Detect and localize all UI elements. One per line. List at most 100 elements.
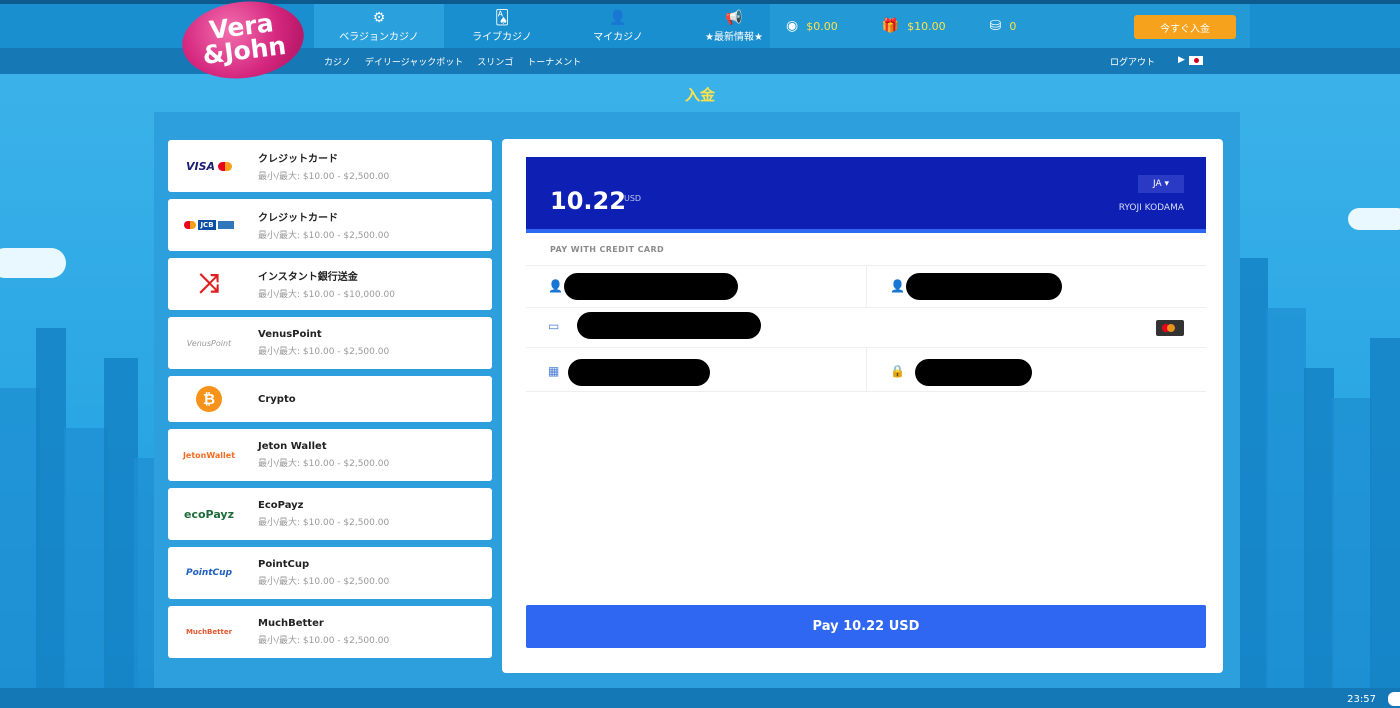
skyline-right — [1230, 208, 1400, 688]
megaphone-icon: 📢 — [725, 9, 743, 26]
cloud — [0, 248, 66, 278]
nav-label: ★最新情報★ — [705, 31, 763, 43]
clock: 23:57 — [1347, 694, 1376, 705]
language-switcher[interactable]: ▶ — [1178, 55, 1203, 65]
gift-icon: 🎁 — [881, 18, 900, 34]
points-value: 0 — [1009, 19, 1017, 33]
method-ecopayz[interactable]: ecoPayz EcoPayz 最小/最大: $10.00 - $2,500.0… — [168, 488, 492, 540]
method-name: PointCup — [258, 559, 310, 570]
subnav-daily-jackpot[interactable]: デイリージャックポット — [365, 55, 463, 68]
mastercard-icon — [1156, 320, 1184, 336]
chips-icon: ⛁ — [989, 18, 1002, 34]
method-name: Crypto — [258, 393, 296, 405]
balance-stat[interactable]: ◉ $0.00 — [786, 18, 838, 34]
divider — [526, 391, 1206, 392]
payment-amount: 10.22 — [550, 187, 626, 215]
sub-nav: カジノ デイリージャックポット スリンゴ トーナメント — [324, 55, 581, 68]
method-jeton-wallet[interactable]: JetonWallet Jeton Wallet 最小/最大: $10.00 -… — [168, 429, 492, 481]
user-icon: 👤 — [548, 279, 563, 293]
credit-card-icon: ▭ — [548, 319, 560, 333]
mastercard-icon — [218, 161, 233, 171]
payment-summary-header: 10.22 USD JA ▾ RYOJI KODAMA — [526, 157, 1206, 233]
method-instant-bank-transfer[interactable]: ⤨ インスタント銀行送金 最小/最大: $10.00 - $10,000.00 — [168, 258, 492, 310]
card-brands-logo: JCB — [168, 199, 250, 251]
building — [1370, 338, 1400, 688]
deposit-now-button[interactable]: 今すぐ入金 — [1134, 15, 1236, 39]
coins-icon: ◉ — [786, 18, 799, 34]
building — [0, 388, 40, 688]
language-select[interactable]: JA ▾ — [1138, 175, 1184, 193]
notification-icon[interactable] — [1388, 692, 1400, 706]
method-limit: 最小/最大: $10.00 - $2,500.00 — [258, 577, 390, 587]
japan-flag-icon — [1188, 55, 1203, 65]
method-name: Jeton Wallet — [258, 441, 327, 452]
method-muchbetter[interactable]: MuchBetter MuchBetter 最小/最大: $10.00 - $2… — [168, 606, 492, 658]
card-holder-name: RYOJI KODAMA — [1118, 203, 1184, 213]
cards-icon: 🂡 — [494, 9, 510, 26]
jeton-logo: JetonWallet — [182, 450, 236, 460]
method-name: MuchBetter — [258, 618, 324, 629]
building — [104, 358, 138, 688]
pointcup-logo: PointCup — [185, 568, 233, 578]
jcb-logo-text: JCB — [198, 220, 216, 230]
play-icon: ▶ — [1178, 55, 1185, 65]
method-name: EcoPayz — [258, 500, 304, 511]
gear-icon: ⚙ — [372, 9, 386, 26]
method-pointcup[interactable]: PointCup PointCup 最小/最大: $10.00 - $2,500… — [168, 547, 492, 599]
venuspoint-logo: VenusPoint — [186, 338, 232, 348]
calendar-icon: ▦ — [548, 364, 560, 378]
building — [1266, 308, 1306, 688]
visa-logo-text: VISA — [185, 159, 216, 173]
method-name: クレジットカード — [258, 154, 338, 165]
building — [36, 328, 66, 688]
method-crypto[interactable]: ₿ Crypto — [168, 376, 492, 422]
ecopayz-logo: ecoPayz — [184, 507, 234, 521]
nav-label: ライブカジノ — [472, 31, 532, 43]
divider — [866, 347, 867, 391]
method-name: クレジットカード — [258, 213, 338, 224]
bitcoin-symbol: ₿ — [196, 386, 222, 412]
method-venuspoint[interactable]: VenusPoint VenusPoint 最小/最大: $10.00 - $2… — [168, 317, 492, 369]
balance-value: $0.00 — [806, 19, 838, 33]
subnav-casino[interactable]: カジノ — [324, 55, 351, 68]
pay-with-credit-card-label: PAY WITH CREDIT CARD — [550, 245, 665, 254]
building — [1304, 368, 1334, 688]
pay-button[interactable]: Pay 10.22 USD — [526, 605, 1206, 648]
user-icon: 👤 — [609, 9, 627, 26]
bitcoin-icon: ₿ — [168, 376, 250, 422]
muchbetter-logo: MuchBetter — [185, 628, 233, 636]
method-limit: 最小/最大: $10.00 - $2,500.00 — [258, 347, 390, 357]
shuffle-icon: ⤨ — [198, 268, 220, 299]
method-jcb-credit-card[interactable]: JCB クレジットカード 最小/最大: $10.00 - $2,500.00 — [168, 199, 492, 251]
nav-item-verajohn-casino[interactable]: ⚙ ベラジョンカジノ — [314, 4, 444, 48]
skyline-left — [0, 248, 170, 688]
mastercard-icon — [184, 221, 197, 229]
method-limit: 最小/最大: $10.00 - $2,500.00 — [258, 231, 390, 241]
method-limit: 最小/最大: $10.00 - $2,500.00 — [258, 518, 390, 528]
taskbar — [0, 688, 1400, 708]
card-number-field[interactable] — [577, 312, 761, 339]
first-name-field[interactable] — [564, 273, 738, 300]
expiry-date-field[interactable] — [568, 359, 710, 386]
bonus-value: $10.00 — [907, 19, 946, 33]
subnav-tournament[interactable]: トーナメント — [527, 55, 581, 68]
points-stat[interactable]: ⛁ 0 — [990, 18, 1017, 34]
nav-label: ベラジョンカジノ — [339, 31, 419, 43]
cloud — [1348, 208, 1400, 230]
user-icon: 👤 — [890, 279, 905, 293]
last-name-field[interactable] — [906, 273, 1062, 300]
payment-currency: USD — [624, 194, 642, 203]
bonus-stat[interactable]: 🎁 $10.00 — [882, 18, 946, 34]
method-limit: 最小/最大: $10.00 - $2,500.00 — [258, 459, 390, 469]
method-visa-credit-card[interactable]: VISA クレジットカード 最小/最大: $10.00 - $2,500.00 — [168, 140, 492, 192]
nav-item-live-casino[interactable]: 🂡 ライブカジノ — [444, 4, 560, 48]
building — [64, 428, 108, 688]
subnav-slingo[interactable]: スリンゴ — [477, 55, 513, 68]
method-name: インスタント銀行送金 — [258, 272, 358, 283]
divider — [866, 265, 867, 307]
page-title: 入金 — [684, 86, 715, 104]
nav-item-my-casino[interactable]: 👤 マイカジノ — [560, 4, 676, 48]
method-limit: 最小/最大: $10.00 - $10,000.00 — [258, 290, 395, 300]
cvv-field[interactable] — [915, 359, 1032, 386]
logout-link[interactable]: ログアウト — [1110, 55, 1155, 68]
